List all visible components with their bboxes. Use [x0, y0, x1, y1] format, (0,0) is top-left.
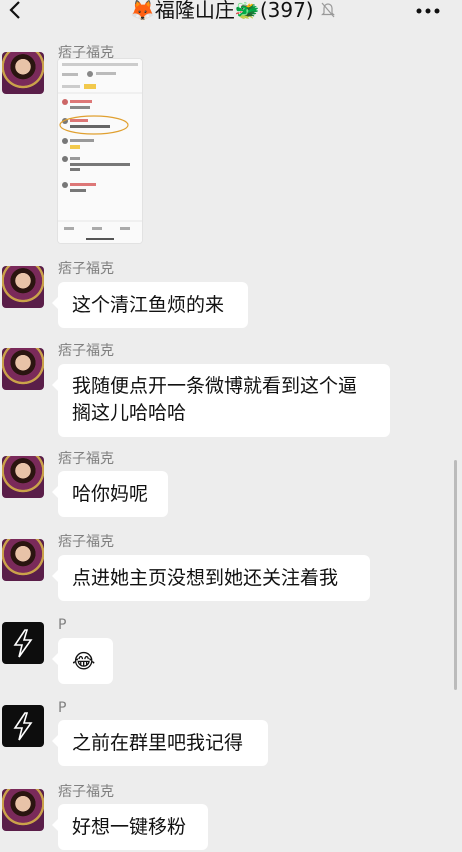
message-text-line: 搁这儿哈哈哈 — [72, 402, 187, 424]
sender-name: 痞子福克 — [58, 784, 114, 800]
message-bubble[interactable]: 这个清江鱼烦的来 — [52, 282, 248, 328]
avatar[interactable] — [2, 348, 44, 390]
message-bubble[interactable]: 😂 — [52, 638, 113, 684]
fox-emoji: 🦊 — [130, 0, 155, 22]
avatar[interactable] — [2, 539, 44, 581]
chat-header: 🦊福隆山庄🐲(397) — [0, 0, 462, 36]
avatar[interactable] — [2, 705, 44, 747]
more-icon[interactable] — [416, 4, 440, 15]
bell-muted-icon — [320, 0, 336, 24]
avatar[interactable] — [2, 52, 44, 94]
sender-name: 痞子福克 — [58, 343, 114, 359]
message-bubble[interactable]: 好想一键移粉 — [52, 804, 208, 850]
sender-name: 痞子福克 — [58, 451, 114, 467]
chat-title: 🦊福隆山庄🐲(397) — [130, 0, 336, 24]
dragon-emoji: 🐲 — [234, 0, 260, 22]
sender-name: 痞子福克 — [58, 534, 114, 550]
message-bubble[interactable]: 点进她主页没想到她还关注着我 — [52, 555, 370, 601]
sender-name: 痞子福克 — [58, 261, 114, 277]
message-bubble[interactable]: 我随便点开一条微博就看到这个逼 搁这儿哈哈哈 — [52, 364, 390, 437]
scrollbar[interactable] — [454, 460, 457, 690]
message-bubble[interactable]: 之前在群里吧我记得 — [52, 720, 268, 766]
avatar[interactable] — [2, 266, 44, 308]
avatar[interactable] — [2, 789, 44, 831]
sender-name: P — [58, 700, 67, 716]
image-message[interactable] — [58, 59, 142, 243]
back-chevron-icon[interactable] — [4, 0, 28, 22]
member-count: (397) — [259, 0, 314, 22]
lightning-icon — [13, 712, 33, 741]
avatar[interactable] — [2, 456, 44, 498]
message-bubble[interactable]: 哈你妈呢 — [52, 471, 168, 517]
lightning-icon — [13, 629, 33, 658]
sender-name: P — [58, 617, 67, 633]
group-name: 福隆山庄 — [154, 0, 235, 22]
avatar[interactable] — [2, 622, 44, 664]
message-text-line: 我随便点开一条微博就看到这个逼 — [72, 375, 358, 397]
